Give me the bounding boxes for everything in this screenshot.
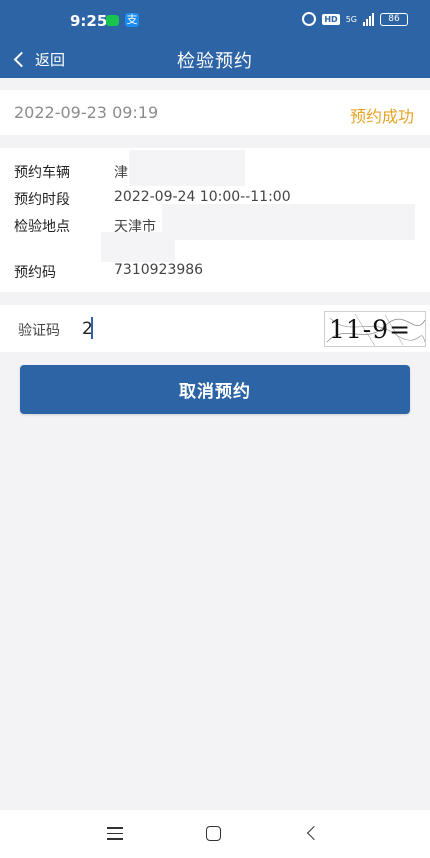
redacted-plate: [129, 150, 245, 186]
captcha-input[interactable]: [82, 313, 312, 345]
battery-icon: 86: [380, 12, 408, 26]
status-indicators: HD 5G 86: [302, 12, 408, 26]
captcha-text: 11-9=: [329, 315, 412, 344]
alarm-icon: [302, 12, 317, 26]
wechat-notification-icon: [106, 15, 119, 26]
period-label: 预约时段: [14, 192, 70, 208]
menu-icon[interactable]: [107, 827, 123, 840]
period-value: 2022-09-24 10:00--11:00: [114, 189, 291, 205]
network-type: 5G: [345, 14, 357, 24]
signal-strength-icon: [363, 12, 374, 26]
vehicle-value: 津: [114, 165, 128, 181]
system-nav-bar: [0, 810, 430, 858]
captcha-image[interactable]: 11-9=: [324, 311, 426, 347]
order-header: 2022-09-23 09:19 预约成功: [0, 90, 430, 135]
order-status-badge: 预约成功: [349, 107, 414, 126]
page-title: 检验预约: [177, 51, 253, 72]
location-label: 检验地点: [14, 219, 70, 235]
home-icon[interactable]: [206, 826, 221, 841]
text-cursor: [91, 317, 93, 339]
order-datetime: 2022-09-23 09:19: [14, 103, 159, 122]
code-value: 7310923986: [114, 262, 204, 278]
appointment-details: 预约车辆 津 预约时段 2022-09-24 10:00--11:00 检验地点…: [0, 148, 430, 292]
code-label: 预约码: [14, 265, 56, 281]
nav-bar: 返回 检验预约: [0, 40, 430, 78]
redacted-address: [162, 204, 415, 240]
status-time: 9:25: [70, 12, 108, 30]
alipay-notification-icon: 支: [125, 13, 139, 27]
hd-badge: HD: [322, 13, 340, 25]
captcha-label: 验证码: [18, 323, 60, 339]
back-nav-icon[interactable]: [306, 825, 322, 841]
status-bar: 9:25 支 HD 5G 86: [0, 0, 430, 40]
redacted-address-line2: [101, 232, 175, 262]
vehicle-label: 预约车辆: [14, 165, 70, 181]
cancel-appointment-button[interactable]: 取消预约: [20, 365, 410, 414]
